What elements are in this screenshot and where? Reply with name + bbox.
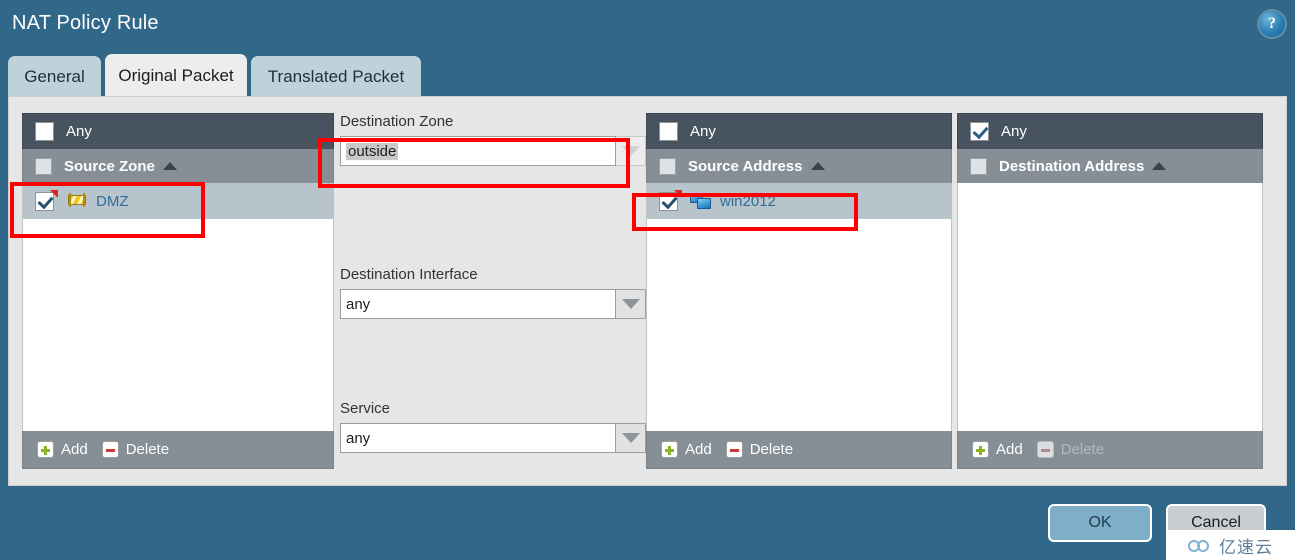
destination-address-any-row[interactable]: Any	[957, 113, 1263, 149]
service-dropdown-button[interactable]	[616, 423, 646, 453]
source-zone-add-button[interactable]: Add	[37, 441, 88, 458]
destination-interface-input[interactable]: any	[340, 289, 616, 319]
source-zone-column: Any Source Zone DMZ Add	[22, 113, 334, 469]
cloud-icon	[1188, 538, 1214, 553]
source-address-toolbar: Add Delete	[646, 431, 952, 469]
destination-address-delete-label: Delete	[1061, 441, 1104, 458]
source-zone-add-label: Add	[61, 441, 88, 458]
destination-address-list	[957, 183, 1263, 431]
tab-original-packet[interactable]: Original Packet	[105, 54, 247, 98]
dialog-title: NAT Policy Rule	[12, 12, 159, 35]
source-zone-row-checkbox[interactable]	[35, 192, 54, 211]
source-address-header[interactable]: Source Address	[646, 149, 952, 183]
source-zone-any-row[interactable]: Any	[22, 113, 334, 149]
destination-zone-value: outside	[346, 143, 398, 160]
source-zone-toolbar: Add Delete	[22, 431, 334, 469]
sort-ascending-icon[interactable]	[1152, 162, 1166, 170]
modified-flag-icon	[50, 190, 58, 198]
ok-button[interactable]: OK	[1048, 504, 1152, 542]
destination-zone-dropdown-button[interactable]	[616, 136, 646, 166]
destination-interface-value: any	[346, 296, 370, 313]
source-address-column: Any Source Address win2012 A	[646, 113, 952, 469]
destination-address-select-all-checkbox[interactable]	[970, 158, 987, 175]
source-address-delete-label: Delete	[750, 441, 793, 458]
destination-address-header-label: Destination Address	[999, 158, 1144, 175]
source-zone-any-checkbox[interactable]	[35, 122, 54, 141]
help-icon-glyph: ?	[1259, 11, 1285, 37]
source-address-any-checkbox[interactable]	[659, 122, 678, 141]
table-row[interactable]: DMZ	[23, 183, 333, 220]
source-address-any-row[interactable]: Any	[646, 113, 952, 149]
destination-form-column: Destination Zone outside Destination Int…	[340, 113, 646, 469]
sort-ascending-icon[interactable]	[163, 162, 177, 170]
destination-address-column: Any Destination Address Add Delete	[957, 113, 1263, 469]
plus-icon	[972, 441, 989, 458]
modified-flag-icon	[674, 190, 682, 198]
help-icon[interactable]: ?	[1259, 11, 1285, 37]
tab-general[interactable]: General	[8, 56, 101, 98]
service-input[interactable]: any	[340, 423, 616, 453]
source-zone-any-label: Any	[66, 123, 92, 140]
source-zone-delete-button[interactable]: Delete	[102, 441, 169, 458]
original-packet-panel: Any Source Zone DMZ Add	[8, 96, 1287, 486]
plus-icon	[37, 441, 54, 458]
destination-address-any-checkbox[interactable]	[970, 122, 989, 141]
source-address-list: win2012	[646, 183, 952, 431]
destination-address-add-label: Add	[996, 441, 1023, 458]
source-address-header-label: Source Address	[688, 158, 803, 175]
destination-interface-field[interactable]: any	[340, 289, 646, 319]
source-address-row-label: win2012	[720, 193, 776, 210]
tab-translated-packet[interactable]: Translated Packet	[251, 56, 421, 98]
sort-ascending-icon[interactable]	[811, 162, 825, 170]
tab-bar: General Original Packet Translated Packe…	[0, 52, 1295, 98]
destination-address-add-button[interactable]: Add	[972, 441, 1023, 458]
watermark: 亿速云	[1166, 530, 1295, 560]
watermark-text: 亿速云	[1219, 533, 1273, 558]
source-zone-delete-label: Delete	[126, 441, 169, 458]
destination-address-header[interactable]: Destination Address	[957, 149, 1263, 183]
source-address-select-all-checkbox[interactable]	[659, 158, 676, 175]
host-icon	[690, 192, 712, 210]
destination-address-any-label: Any	[1001, 123, 1027, 140]
destination-zone-input[interactable]: outside	[340, 136, 616, 166]
source-zone-select-all-checkbox[interactable]	[35, 158, 52, 175]
source-address-add-label: Add	[685, 441, 712, 458]
table-row[interactable]: win2012	[647, 183, 951, 220]
destination-interface-label: Destination Interface	[340, 266, 646, 283]
destination-zone-label: Destination Zone	[340, 113, 646, 130]
destination-interface-dropdown-button[interactable]	[616, 289, 646, 319]
chevron-down-icon	[622, 433, 640, 443]
service-label: Service	[340, 400, 646, 417]
nat-policy-rule-dialog: NAT Policy Rule ? General Original Packe…	[0, 0, 1295, 560]
service-value: any	[346, 430, 370, 447]
plus-icon	[661, 441, 678, 458]
destination-zone-field[interactable]: outside	[340, 136, 646, 166]
minus-icon	[1037, 441, 1054, 458]
source-address-delete-button[interactable]: Delete	[726, 441, 793, 458]
chevron-down-icon	[622, 299, 640, 309]
source-address-add-button[interactable]: Add	[661, 441, 712, 458]
source-address-row-checkbox[interactable]	[659, 192, 678, 211]
source-address-any-label: Any	[690, 123, 716, 140]
minus-icon	[102, 441, 119, 458]
dialog-titlebar: NAT Policy Rule ?	[0, 0, 1295, 50]
zone-icon	[66, 192, 88, 210]
source-zone-header[interactable]: Source Zone	[22, 149, 334, 183]
chevron-down-icon	[622, 146, 640, 156]
destination-address-toolbar: Add Delete	[957, 431, 1263, 469]
service-field[interactable]: any	[340, 423, 646, 453]
minus-icon	[726, 441, 743, 458]
source-zone-header-label: Source Zone	[64, 158, 155, 175]
destination-address-delete-button: Delete	[1037, 441, 1104, 458]
source-zone-list: DMZ	[22, 183, 334, 431]
source-zone-row-label: DMZ	[96, 193, 129, 210]
